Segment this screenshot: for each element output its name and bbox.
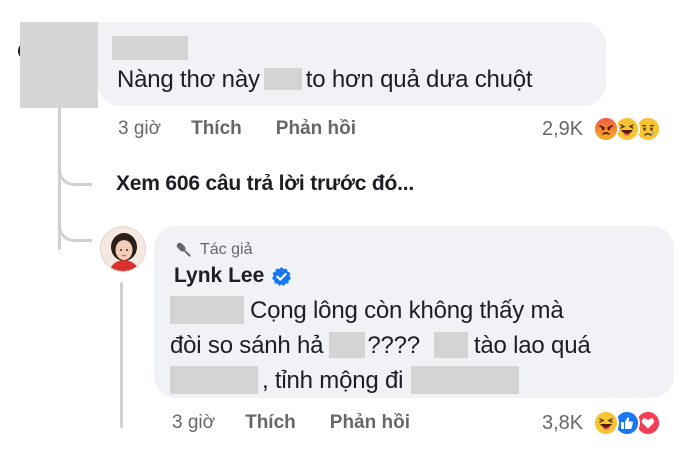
reaction-count: 2,9K — [542, 117, 584, 140]
thread-connector — [58, 150, 92, 186]
comment-text-after: to hơn quả dưa chuột — [305, 66, 533, 93]
comment-actions: 3 giờ Thích Phản hồi — [118, 118, 390, 140]
reply-text: Cọng lông còn không thấy mà — [250, 297, 564, 324]
like-button[interactable]: Thích — [191, 118, 242, 140]
redacted-word — [170, 365, 258, 394]
reaction-count: 3,8K — [542, 411, 584, 434]
reply-text-line: Cọng lông còn không thấy mà — [170, 294, 564, 328]
avatar-redacted[interactable] — [20, 22, 98, 108]
author-badge: Tác giả — [174, 240, 252, 260]
reply-text-line: , tỉnh mộng đi — [170, 364, 520, 398]
reply-text: , tỉnh mộng đi — [262, 367, 404, 394]
reply-button[interactable]: Phản hồi — [276, 118, 356, 140]
haha-reaction-icon — [593, 410, 620, 436]
thread-line — [120, 282, 123, 428]
author-name[interactable]: Lynk Lee — [174, 264, 292, 288]
view-previous-replies-link[interactable]: Xem 606 câu trả lời trước đó... — [116, 172, 414, 196]
like-button[interactable]: Thích — [245, 412, 296, 434]
reaction-icons — [593, 410, 662, 436]
author-badge-label: Tác giả — [200, 241, 253, 258]
redacted-word — [411, 365, 520, 394]
reply-time[interactable]: 3 giờ — [172, 412, 215, 434]
redacted-word — [263, 67, 302, 90]
reply-text-line: đòi so sánh hả???? tào lao quá — [170, 329, 591, 363]
reply-text: ???? — [367, 332, 420, 359]
redacted-word — [170, 295, 244, 324]
reply-text: tào lao quá — [473, 332, 591, 359]
reaction-summary[interactable]: 2,9K — [542, 116, 662, 142]
redacted-word — [433, 331, 468, 358]
reply-text: đòi so sánh hả — [170, 332, 324, 359]
comment-text: Nàng thơ này to hơn quả dưa chuột — [117, 62, 533, 98]
reaction-summary[interactable]: 3,8K — [542, 410, 662, 436]
verified-badge-icon — [272, 266, 292, 286]
microphone-icon — [176, 242, 191, 257]
comment-text-before: Nàng thơ này — [117, 66, 260, 93]
reply-actions: 3 giờ Thích Phản hồi — [172, 412, 444, 434]
commenter-name-redacted[interactable] — [112, 36, 188, 60]
thread-connector — [58, 206, 92, 242]
reply-button[interactable]: Phản hồi — [330, 412, 410, 434]
angry-reaction-icon — [593, 116, 620, 142]
comment-time[interactable]: 3 giờ — [118, 118, 161, 140]
author-name-text: Lynk Lee — [174, 264, 265, 287]
comment-thread: Nàng thơ này to hơn quả dưa chuột 3 giờ T… — [0, 0, 700, 451]
author-avatar[interactable] — [100, 226, 146, 272]
redacted-word — [329, 331, 366, 358]
reaction-icons — [593, 116, 662, 142]
